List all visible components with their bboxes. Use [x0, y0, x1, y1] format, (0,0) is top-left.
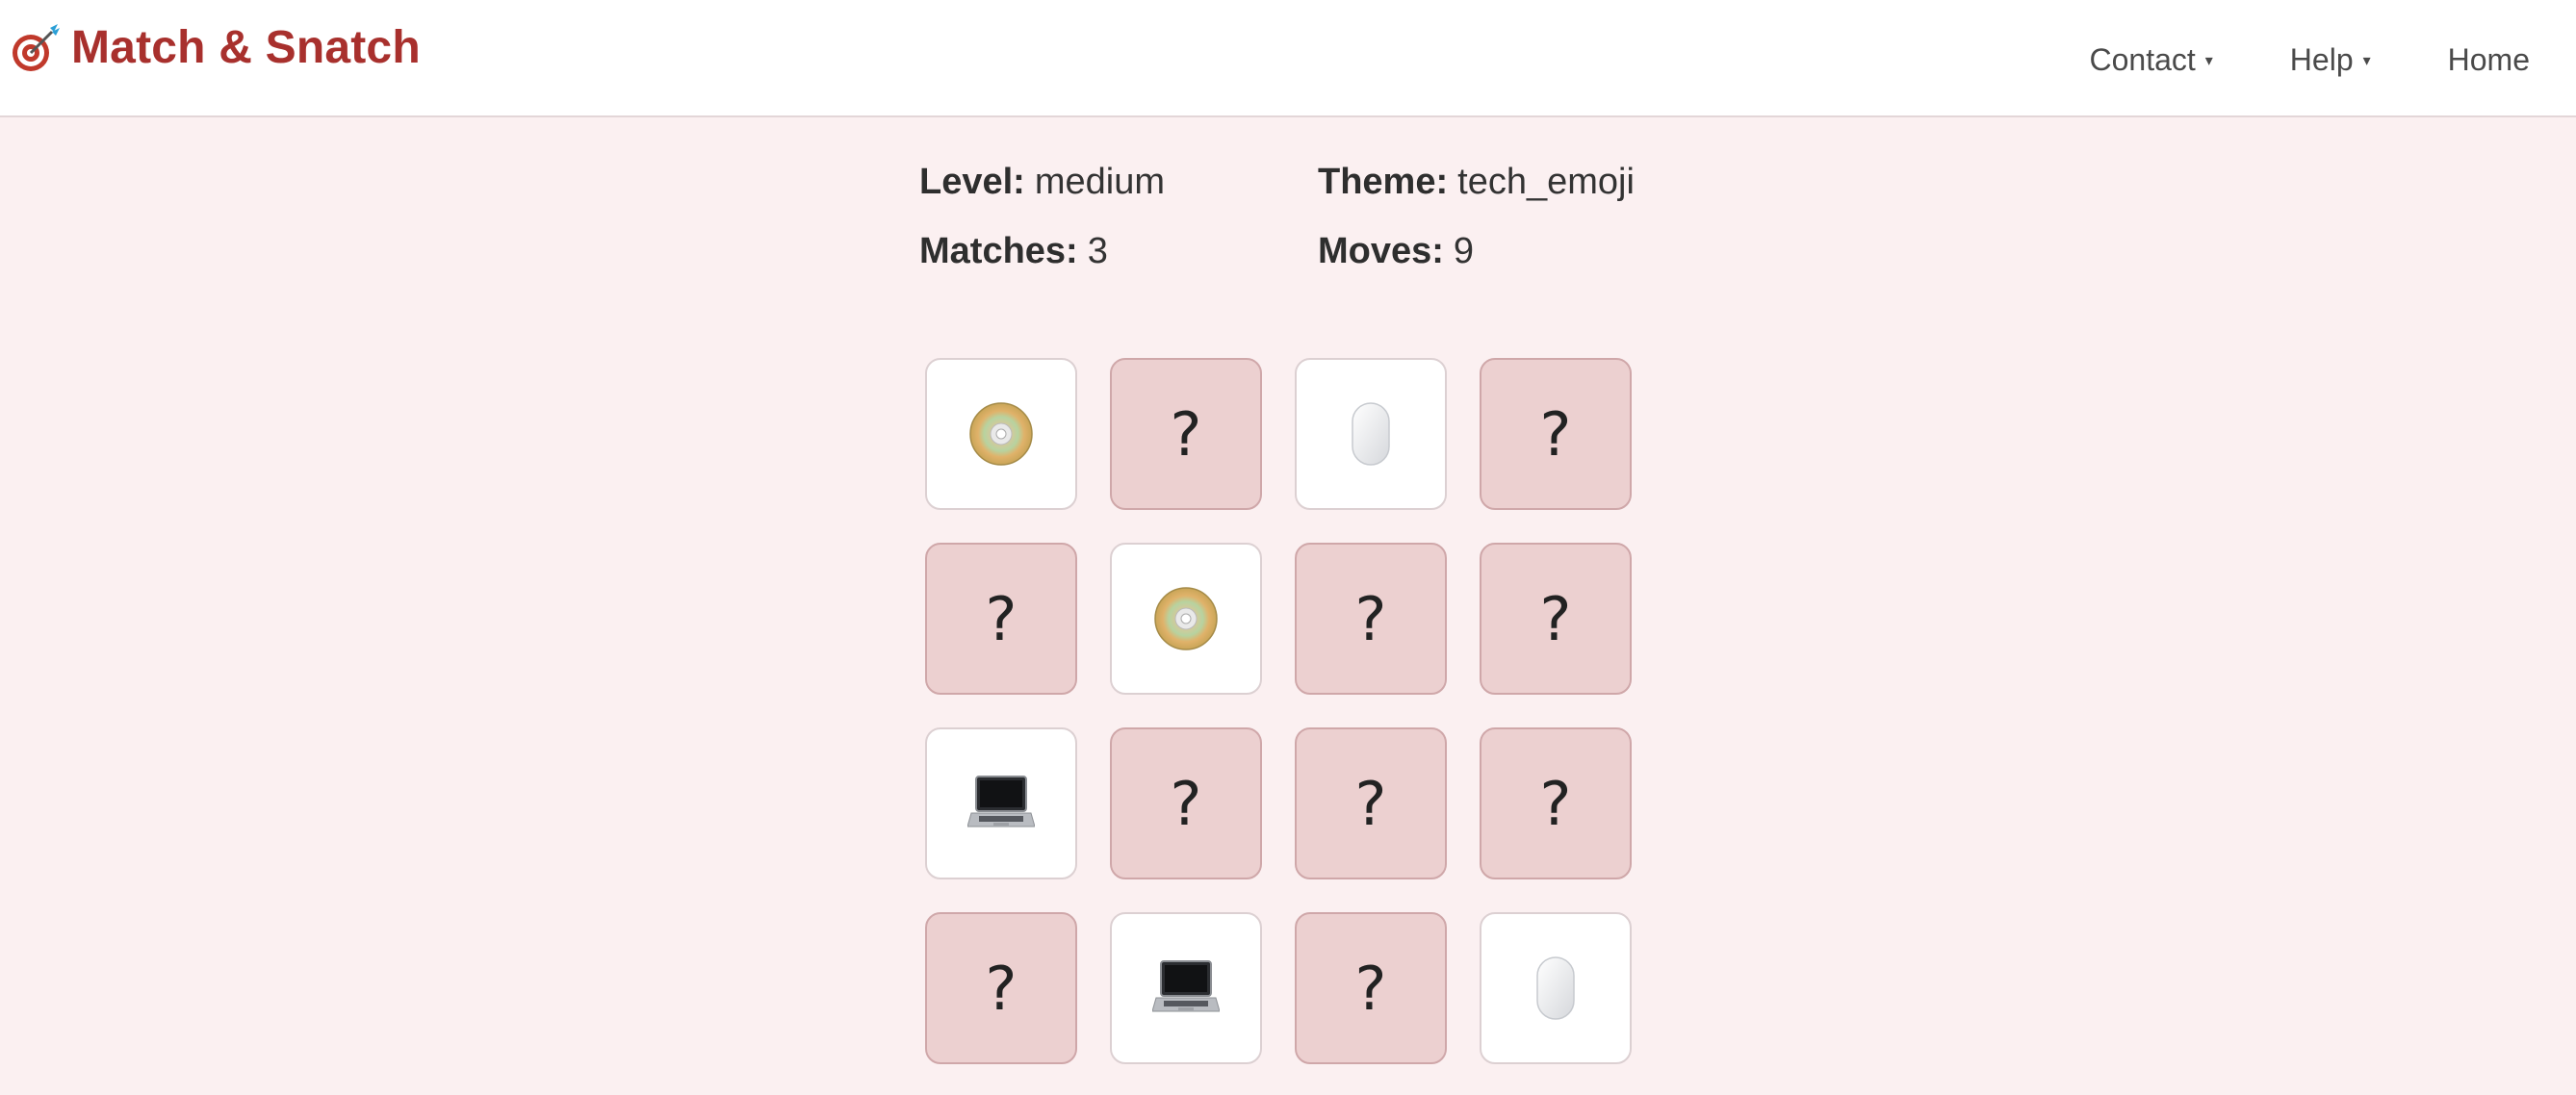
card-revealed[interactable]	[925, 727, 1077, 879]
app-title: Match & Snatch	[71, 22, 421, 73]
card-question-mark: ?	[1539, 398, 1572, 470]
nav-links: Contact ▾ Help ▾ Home	[2012, 42, 2530, 78]
card-hidden[interactable]: ?	[925, 912, 1077, 1064]
card-question-mark: ?	[1354, 583, 1387, 654]
cd-disc-icon	[1152, 585, 1220, 652]
card-question-mark: ?	[1539, 583, 1572, 654]
moves-stat: Moves: 9	[1318, 231, 1474, 272]
card-revealed[interactable]	[1110, 543, 1262, 695]
nav-home[interactable]: Home	[2448, 42, 2530, 78]
top-navbar: Match & Snatch Contact ▾ Help ▾ Home	[0, 0, 2576, 117]
matches-stat: Matches: 3	[919, 231, 1108, 272]
moves-label: Moves:	[1318, 231, 1444, 271]
nav-contact[interactable]: Contact ▾	[2089, 42, 2212, 78]
card-revealed[interactable]	[1110, 912, 1262, 1064]
moves-value: 9	[1453, 231, 1475, 271]
card-hidden[interactable]: ?	[1295, 912, 1447, 1064]
card-question-mark: ?	[985, 583, 1018, 654]
computer-mouse-icon	[1350, 400, 1392, 468]
nav-help[interactable]: Help ▾	[2290, 42, 2371, 78]
card-question-mark: ?	[1170, 768, 1202, 839]
chevron-down-icon: ▾	[2362, 52, 2371, 69]
theme-value: tech_emoji	[1457, 162, 1635, 202]
theme-label: Theme:	[1318, 162, 1449, 202]
card-hidden[interactable]: ?	[925, 543, 1077, 695]
card-revealed[interactable]	[1295, 358, 1447, 510]
card-hidden[interactable]: ?	[1480, 543, 1632, 695]
theme-stat: Theme: tech_emoji	[1318, 162, 1635, 203]
card-question-mark: ?	[1354, 768, 1387, 839]
card-hidden[interactable]: ?	[1110, 358, 1262, 510]
cd-disc-icon	[967, 400, 1035, 468]
matches-label: Matches:	[919, 231, 1078, 271]
card-revealed[interactable]	[925, 358, 1077, 510]
card-hidden[interactable]: ?	[1110, 727, 1262, 879]
computer-mouse-icon	[1534, 955, 1577, 1022]
card-hidden[interactable]: ?	[1480, 358, 1632, 510]
laptop-icon	[1152, 957, 1220, 1019]
card-hidden[interactable]: ?	[1295, 543, 1447, 695]
card-hidden[interactable]: ?	[1480, 727, 1632, 879]
card-question-mark: ?	[1539, 768, 1572, 839]
brand-link[interactable]: Match & Snatch	[10, 21, 421, 74]
level-value: medium	[1034, 162, 1165, 202]
nav-contact-label: Contact	[2089, 42, 2196, 77]
matches-value: 3	[1087, 231, 1108, 271]
target-dart-icon	[10, 22, 62, 74]
level-label: Level:	[919, 162, 1025, 202]
card-question-mark: ?	[985, 953, 1018, 1024]
card-hidden[interactable]: ?	[1295, 727, 1447, 879]
card-question-mark: ?	[1170, 398, 1202, 470]
card-question-mark: ?	[1354, 953, 1387, 1024]
nav-home-label: Home	[2447, 42, 2530, 77]
nav-help-label: Help	[2289, 42, 2354, 77]
laptop-icon	[967, 773, 1035, 834]
chevron-down-icon: ▾	[2204, 52, 2213, 69]
card-revealed[interactable]	[1480, 912, 1632, 1064]
level-stat: Level: medium	[919, 162, 1165, 203]
card-board: ??????????	[925, 358, 1634, 1066]
